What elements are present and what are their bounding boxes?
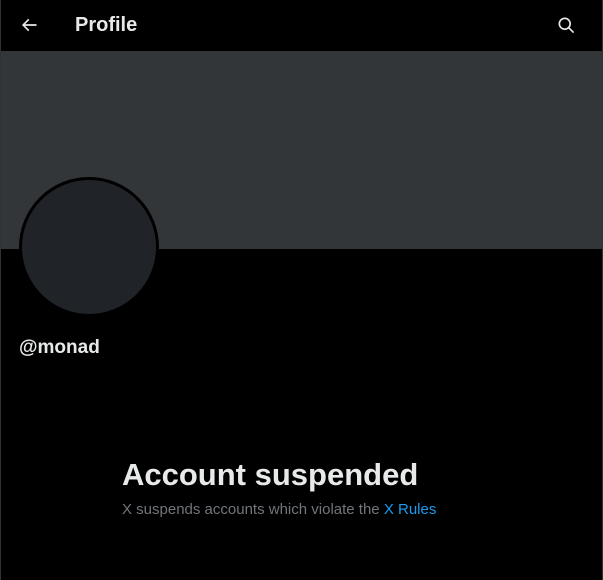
search-icon xyxy=(556,15,576,35)
page-title: Profile xyxy=(75,14,138,36)
suspended-title: Account suspended xyxy=(122,457,419,492)
x-rules-link[interactable]: X Rules xyxy=(384,501,437,518)
suspended-message-text: X suspends accounts which violate the xyxy=(122,501,380,518)
top-bar: Profile xyxy=(1,0,602,50)
back-button[interactable] xyxy=(12,8,46,42)
arrow-left-icon xyxy=(19,15,39,35)
suspended-notice: Account suspended X suspends accounts wh… xyxy=(122,456,436,520)
search-button[interactable] xyxy=(549,8,583,42)
avatar[interactable] xyxy=(19,177,159,317)
suspended-message: X suspends accounts which violate the X … xyxy=(122,500,436,520)
profile-page: Profile @monad Account suspended X suspe… xyxy=(0,0,603,580)
profile-handle: @monad xyxy=(19,337,100,358)
